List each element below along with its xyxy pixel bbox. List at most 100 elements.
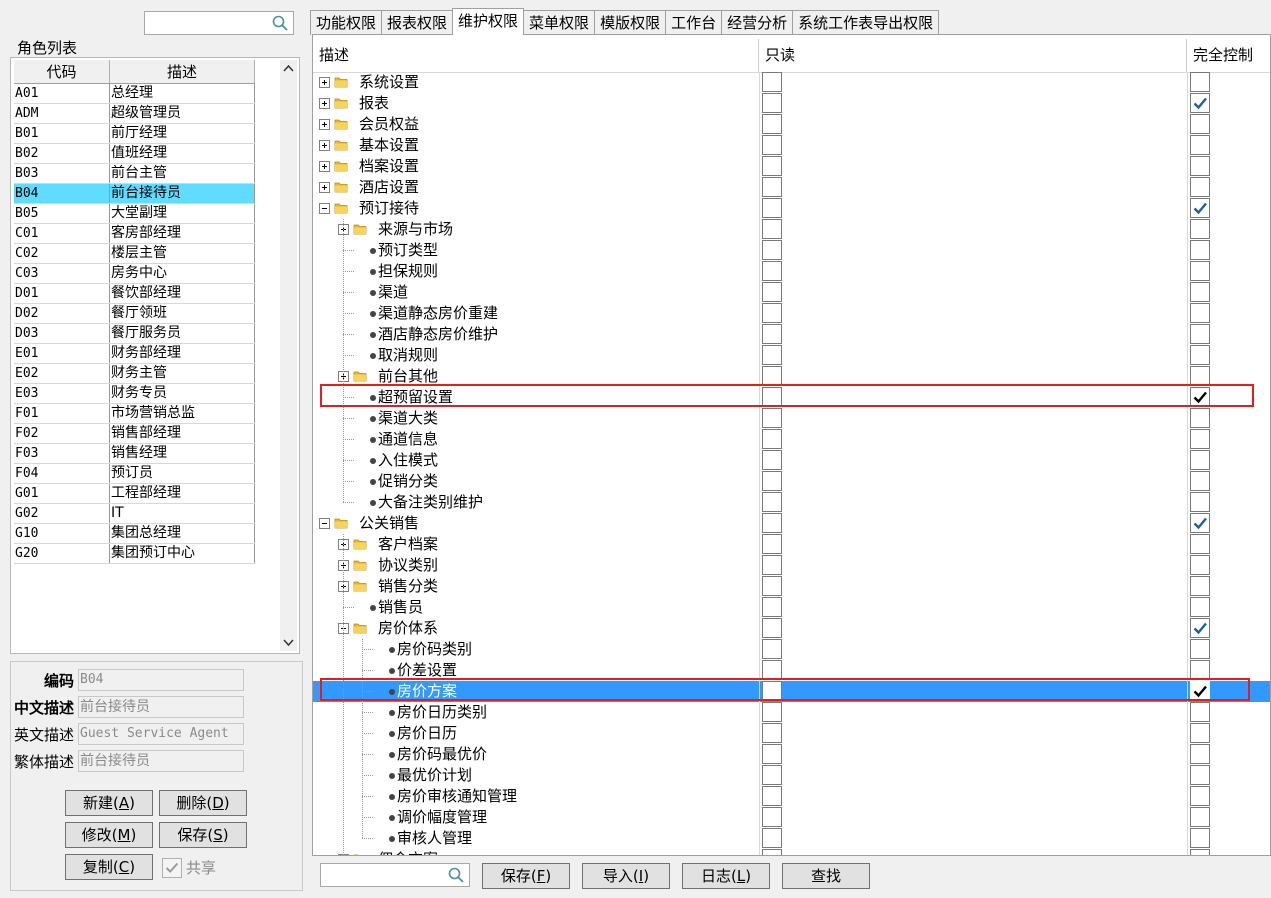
full-control-checkbox[interactable] [1190,786,1210,806]
role-row[interactable]: E02 财务主管 [14,364,255,384]
role-row[interactable]: G10 集团总经理 [14,524,255,544]
readonly-checkbox[interactable] [762,660,782,680]
column-header-description[interactable]: 描述 [313,39,759,72]
collapse-minus-icon[interactable] [319,203,330,214]
full-control-checkbox[interactable] [1190,240,1210,260]
role-row[interactable]: A01 总经理 [14,84,255,104]
readonly-checkbox[interactable] [762,408,782,428]
role-row[interactable]: G02 IT [14,504,255,524]
permission-row[interactable]: 酒店静态房价维护 [313,324,1270,345]
readonly-checkbox[interactable] [762,849,782,855]
role-row[interactable]: B05 大堂副理 [14,204,255,224]
permission-row[interactable]: 价差设置 [313,660,1270,681]
role-row[interactable]: F02 销售部经理 [14,424,255,444]
readonly-checkbox[interactable] [762,492,782,512]
readonly-checkbox[interactable] [762,576,782,596]
log-button[interactable]: 日志(L) [682,863,770,889]
full-control-checkbox[interactable] [1190,555,1210,575]
permission-row[interactable]: 会员权益 [313,114,1270,135]
expand-plus-icon[interactable] [319,140,330,151]
permission-row[interactable]: 前台其他 [313,366,1270,387]
permission-row[interactable]: 来源与市场 [313,219,1270,240]
readonly-checkbox[interactable] [762,240,782,260]
expand-plus-icon[interactable] [319,182,330,193]
permission-row[interactable]: 房价码类别 [313,639,1270,660]
permission-row[interactable]: 渠道 [313,282,1270,303]
permission-row[interactable]: 取消规则 [313,345,1270,366]
full-control-checkbox[interactable] [1190,135,1210,155]
permission-row[interactable]: 渠道静态房价重建 [313,303,1270,324]
expand-plus-icon[interactable] [319,77,330,88]
full-control-checkbox[interactable] [1190,702,1210,722]
full-control-checkbox[interactable] [1190,345,1210,365]
full-control-checkbox[interactable] [1190,219,1210,239]
search-icon[interactable] [271,14,289,32]
column-header-full-control[interactable]: 完全控制 [1187,39,1270,72]
readonly-checkbox[interactable] [762,786,782,806]
readonly-checkbox[interactable] [762,114,782,134]
permission-row[interactable]: 房价审核通知管理 [313,786,1270,807]
readonly-checkbox[interactable] [762,177,782,197]
full-control-checkbox[interactable] [1190,366,1210,386]
role-list-scrollbar[interactable] [280,60,297,651]
permission-row[interactable]: 预订类型 [313,240,1270,261]
readonly-checkbox[interactable] [762,534,782,554]
readonly-checkbox[interactable] [762,765,782,785]
full-control-checkbox[interactable] [1190,114,1210,134]
permission-row[interactable]: 房价码最优价 [313,744,1270,765]
full-control-checkbox[interactable] [1190,744,1210,764]
share-checkbox[interactable] [162,858,182,878]
permission-row[interactable]: 销售员 [313,597,1270,618]
import-button[interactable]: 导入(I) [582,863,670,889]
permission-row[interactable]: 基本设置 [313,135,1270,156]
full-control-checkbox[interactable] [1190,660,1210,680]
full-control-checkbox[interactable] [1190,807,1210,827]
full-control-checkbox[interactable] [1190,597,1210,617]
role-row[interactable]: F01 市场营销总监 [14,404,255,424]
column-header-code[interactable]: 代码 [14,60,110,83]
save-button[interactable]: 保存(F) [482,863,570,889]
permission-row[interactable]: 档案设置 [313,156,1270,177]
readonly-checkbox[interactable] [762,828,782,848]
tab-2[interactable]: 维护权限 [452,8,525,35]
role-row[interactable]: C01 客房部经理 [14,224,255,244]
readonly-checkbox[interactable] [762,345,782,365]
collapse-minus-icon[interactable] [319,518,330,529]
full-control-checkbox[interactable] [1190,534,1210,554]
full-control-checkbox[interactable] [1190,72,1210,92]
permission-row[interactable]: 大备注类别维护 [313,492,1270,513]
full-control-checkbox[interactable] [1190,450,1210,470]
permission-row[interactable]: 最优价计划 [313,765,1270,786]
readonly-checkbox[interactable] [762,471,782,491]
readonly-checkbox[interactable] [762,198,782,218]
permission-row[interactable]: 促销分类 [313,471,1270,492]
role-row[interactable]: F03 销售经理 [14,444,255,464]
permission-row[interactable]: 酒店设置 [313,177,1270,198]
code-field[interactable]: B04 [78,669,244,691]
full-control-checkbox[interactable] [1190,282,1210,302]
permission-row[interactable]: 销售分类 [313,576,1270,597]
role-search-input[interactable] [144,11,294,35]
full-control-checkbox[interactable] [1190,849,1210,855]
role-row[interactable]: F04 预订员 [14,464,255,484]
full-control-checkbox[interactable] [1190,639,1210,659]
readonly-checkbox[interactable] [762,282,782,302]
readonly-checkbox[interactable] [762,723,782,743]
readonly-checkbox[interactable] [762,450,782,470]
full-control-checkbox[interactable] [1190,93,1210,113]
permission-row[interactable]: 审核人管理 [313,828,1270,849]
readonly-checkbox[interactable] [762,135,782,155]
tab-7[interactable]: 系统工作表导出权限 [792,10,940,35]
readonly-checkbox[interactable] [762,72,782,92]
readonly-checkbox[interactable] [762,555,782,575]
full-control-checkbox[interactable] [1190,408,1210,428]
full-control-checkbox[interactable] [1190,387,1210,407]
role-row[interactable]: B04 前台接待员 [14,184,255,204]
role-row[interactable]: D02 餐厅领班 [14,304,255,324]
readonly-checkbox[interactable] [762,618,782,638]
full-control-checkbox[interactable] [1190,177,1210,197]
role-row[interactable]: E03 财务专员 [14,384,255,404]
permission-row[interactable]: 房价日历 [313,723,1270,744]
readonly-checkbox[interactable] [762,387,782,407]
role-row[interactable]: G01 工程部经理 [14,484,255,504]
